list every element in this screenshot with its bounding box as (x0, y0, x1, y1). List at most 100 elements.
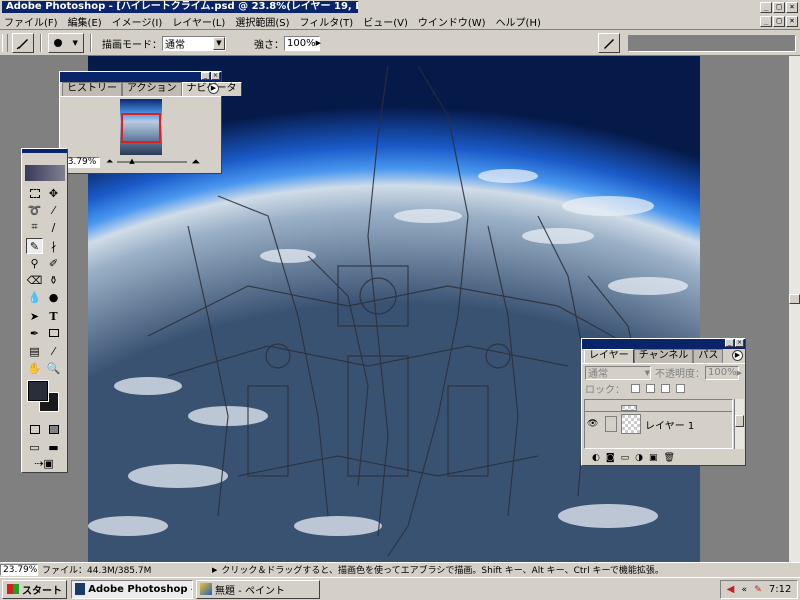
menu-filter[interactable]: フィルタ(T) (299, 14, 353, 29)
slice-tool[interactable]: ∕ (45, 219, 62, 235)
close-button[interactable]: × (786, 1, 798, 13)
layer-effects-button[interactable]: ◐ (592, 453, 600, 463)
paint-bucket-tool[interactable]: ⚱ (45, 272, 62, 288)
toolbox-logo[interactable] (25, 165, 65, 181)
status-zoom-field[interactable]: 23.79% (0, 563, 38, 576)
eye-icon[interactable]: 👁 (587, 419, 601, 429)
menu-image[interactable]: イメージ(I) (112, 14, 163, 29)
scrollbar-thumb[interactable] (735, 415, 744, 427)
layer-row[interactable] (585, 400, 732, 412)
screen-mode-full-button[interactable]: ▬ (45, 439, 62, 455)
notes-tool[interactable]: ▤ (26, 343, 43, 359)
panel-minimize-button[interactable]: _ (201, 72, 210, 80)
airbrush-tool-preset[interactable] (12, 33, 34, 53)
navigator-view-box[interactable] (120, 112, 161, 143)
navigator-zoom-slider[interactable]: ▲ (117, 157, 188, 165)
doc-close-button[interactable]: × (786, 16, 798, 27)
lock-all-checkbox[interactable] (676, 383, 685, 393)
panel-titlebar[interactable]: _ × (582, 339, 745, 349)
start-button[interactable]: スタート (2, 579, 67, 599)
shape-tool[interactable] (45, 325, 62, 341)
minimize-button[interactable]: _ (760, 1, 772, 13)
menu-edit[interactable]: 編集(E) (68, 14, 102, 29)
jump-to-imageready-button[interactable]: ⇢▣ (26, 455, 62, 471)
hand-tool[interactable]: ✋ (26, 360, 43, 376)
new-layer-set-button[interactable]: ▭ (621, 453, 630, 463)
palette-well[interactable] (628, 35, 796, 52)
type-tool[interactable]: T (45, 308, 62, 324)
history-brush-tool[interactable]: ✐ (45, 255, 62, 271)
canvas-vertical-scrollbar[interactable] (788, 56, 800, 562)
lock-position-checkbox[interactable] (661, 383, 670, 393)
standard-mode-button[interactable] (26, 421, 43, 437)
panel-menu-button[interactable]: ▶ (208, 83, 219, 94)
toolbox-titlebar[interactable] (22, 149, 67, 153)
clock: 7:12 (768, 584, 792, 595)
menu-select[interactable]: 選択範囲(S) (235, 14, 289, 29)
zoom-in-icon[interactable]: ⏶ (191, 155, 200, 169)
lasso-tool[interactable]: ➰ (26, 202, 43, 218)
layer-mask-button[interactable]: ◙ (606, 453, 615, 463)
tab-channels[interactable]: チャンネル (633, 349, 694, 363)
lock-image-checkbox[interactable] (646, 383, 655, 393)
brush-size-picker[interactable]: ▼ (48, 33, 84, 53)
menu-file[interactable]: ファイル(F) (4, 14, 58, 29)
pen-tool[interactable]: ✒ (26, 325, 43, 341)
marquee-tool[interactable] (26, 185, 43, 201)
new-layer-button[interactable]: ▣ (649, 453, 658, 463)
menu-layer[interactable]: レイヤー(L) (172, 14, 225, 29)
taskbar-item-photoshop[interactable]: Adobe Photoshop - ... (71, 579, 193, 599)
dodge-tool[interactable]: ● (45, 289, 62, 305)
panel-close-button[interactable]: × (735, 339, 744, 347)
layer-link-cell[interactable] (605, 416, 617, 432)
status-arrow-icon[interactable]: ▶ (212, 566, 217, 574)
blend-mode-select[interactable]: 通常 ▼ (162, 35, 226, 51)
adjustment-layer-button[interactable]: ◑ (635, 453, 643, 463)
brush-tool[interactable]: ∤ (45, 238, 62, 254)
panel-minimize-button[interactable]: _ (725, 339, 734, 347)
panel-titlebar[interactable]: _ × (60, 72, 221, 82)
eyedropper-tool[interactable]: ⁄ (45, 343, 62, 359)
scrollbar-thumb[interactable] (789, 294, 800, 304)
opacity-field[interactable]: 100% ▶ (705, 365, 742, 380)
menu-view[interactable]: ビュー(V) (363, 14, 408, 29)
eraser-tool[interactable]: ⌫ (26, 272, 43, 288)
strength-field[interactable]: 100% ▶ (284, 35, 321, 51)
menu-window[interactable]: ウインドウ(W) (418, 14, 486, 29)
blur-tool[interactable]: 💧 (26, 289, 43, 305)
zoom-tool[interactable]: 🔍 (45, 360, 62, 376)
stamp-tool[interactable]: ⚲ (26, 255, 43, 271)
crop-tool[interactable]: ⌗ (26, 219, 43, 235)
lock-transparency-checkbox[interactable] (631, 383, 640, 393)
tab-paths[interactable]: パス (693, 349, 724, 363)
navigator-thumbnail[interactable] (119, 98, 162, 155)
airbrush-tool[interactable]: ✎ (26, 238, 43, 254)
tab-actions[interactable]: アクション (122, 82, 182, 96)
quick-mask-button[interactable] (45, 421, 62, 437)
tab-layers[interactable]: レイヤー (584, 349, 634, 363)
move-tool[interactable]: ✥ (45, 185, 62, 201)
tab-history[interactable]: ヒストリー (62, 82, 122, 96)
magic-wand-tool[interactable]: ⁄ (45, 202, 62, 218)
doc-maximize-button[interactable]: □ (773, 16, 785, 27)
panel-menu-button[interactable]: ▶ (732, 350, 743, 361)
delete-layer-button[interactable]: 🗑 (663, 453, 674, 463)
tray-expand-icon[interactable]: « (741, 585, 747, 595)
menu-help[interactable]: ヘルプ(H) (496, 14, 541, 29)
doc-minimize-button[interactable]: _ (760, 16, 772, 27)
volume-icon[interactable]: ◀ (727, 584, 735, 595)
taskbar-item-paint[interactable]: 無題 - ペイント (196, 579, 320, 599)
layers-list[interactable]: 👁 レイヤー 1 (584, 399, 733, 449)
screen-mode-standard-button[interactable]: ▭ (26, 439, 43, 455)
layers-scrollbar[interactable] (734, 399, 744, 449)
panel-close-button[interactable]: × (211, 72, 220, 80)
slice-icon: ∕ (51, 220, 56, 234)
layer-row[interactable]: 👁 レイヤー 1 (585, 412, 732, 436)
path-select-tool[interactable]: ➤ (26, 308, 43, 324)
brush-dynamics-button[interactable] (598, 33, 620, 53)
layer-blend-mode-select[interactable]: 通常 ▼ (585, 365, 651, 380)
foreground-color-swatch[interactable] (27, 380, 49, 402)
maximize-button[interactable]: □ (773, 1, 785, 13)
ime-icon[interactable]: ✎ (754, 585, 762, 595)
zoom-out-icon[interactable]: ⏶ (106, 157, 113, 167)
